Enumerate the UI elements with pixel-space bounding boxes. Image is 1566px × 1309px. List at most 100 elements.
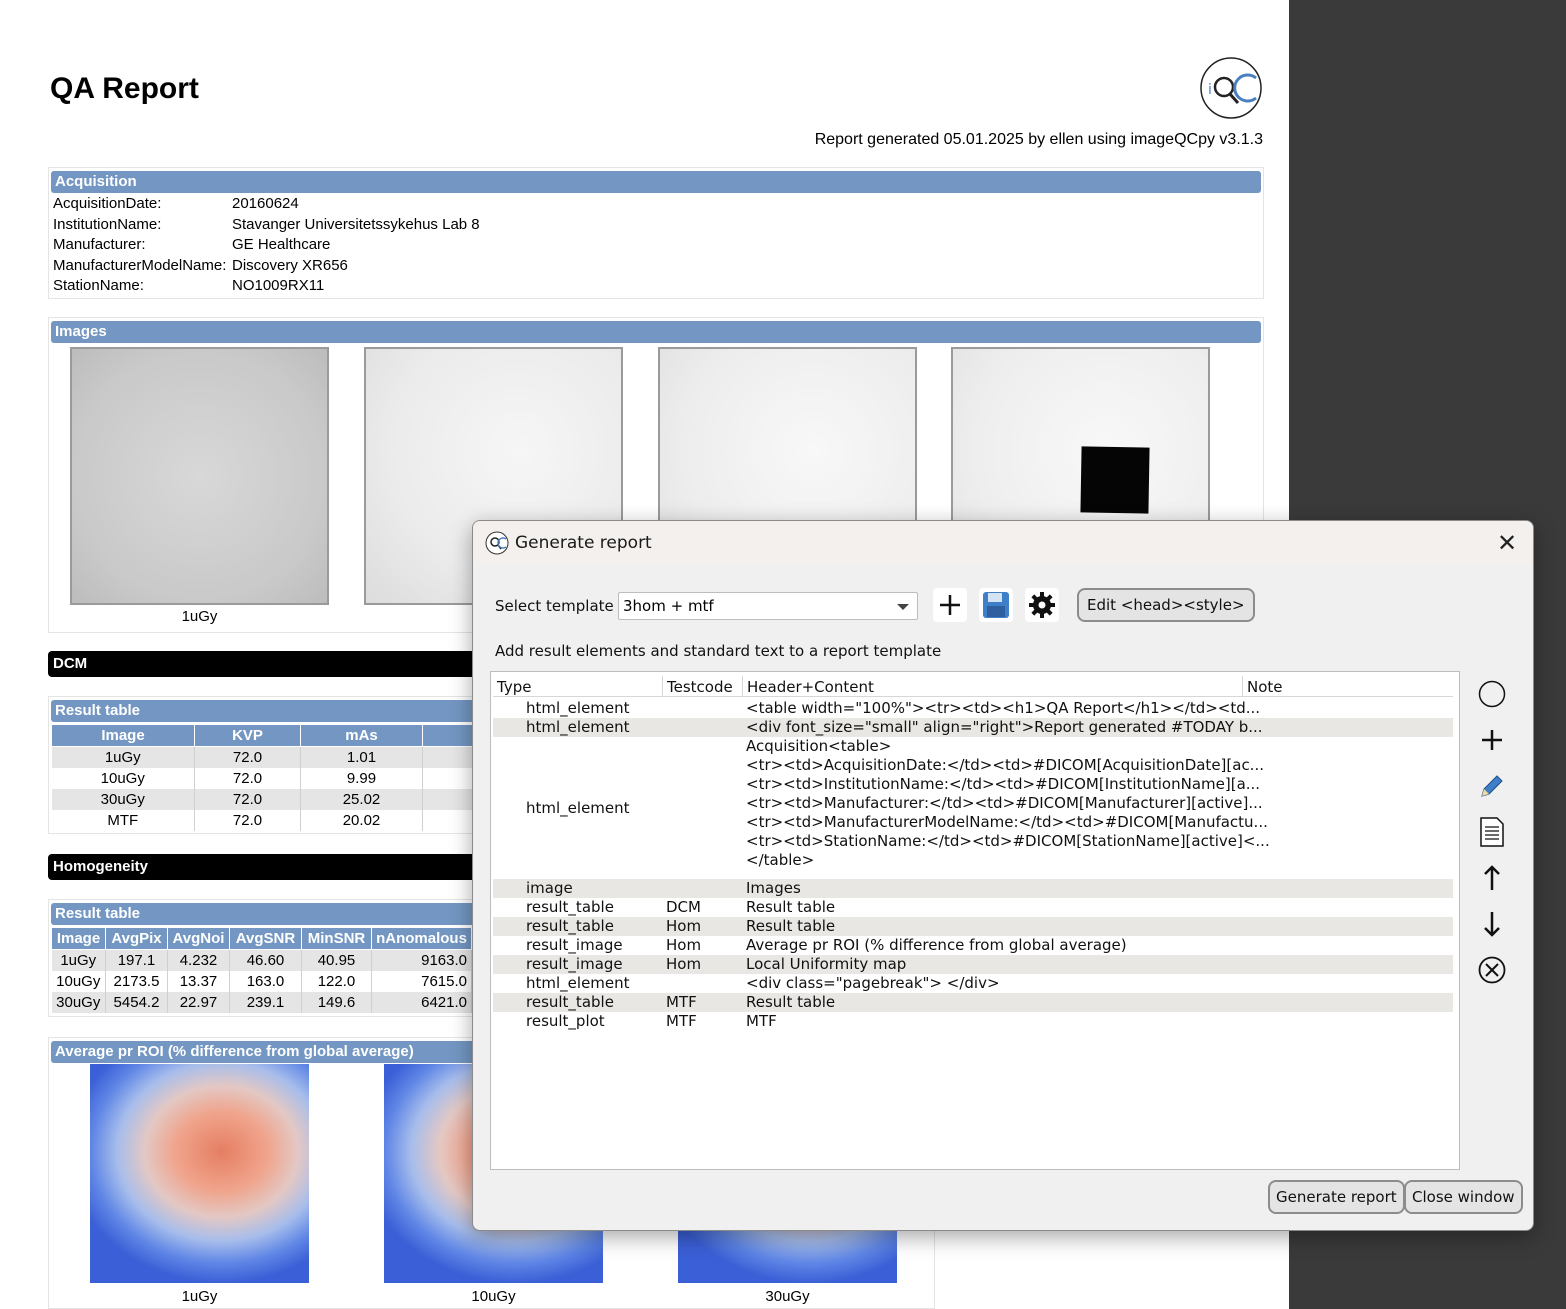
row-testcode: MTF	[666, 1012, 697, 1030]
template-row[interactable]: result_plot MTF MTF	[493, 1012, 1453, 1031]
generate-report-button[interactable]: Generate report	[1268, 1180, 1405, 1214]
row-type: result_image	[526, 955, 623, 973]
acquisition-key: AcquisitionDate:	[53, 195, 162, 212]
acquisition-key: StationName:	[53, 277, 144, 294]
row-type: result_table	[526, 917, 614, 935]
template-select[interactable]: 3hom + mtf	[618, 592, 918, 620]
template-row[interactable]: html_element Acquisition<table> <tr><td>Ac…	[493, 737, 1453, 879]
row-type: html_element	[526, 699, 630, 717]
template-row[interactable]: result_table Hom Result table	[493, 917, 1453, 936]
row-content-line: Result table	[746, 993, 836, 1011]
table-cell: 2173.5	[105, 970, 168, 992]
settings-button[interactable]	[1025, 588, 1059, 622]
row-content-line: Average pr ROI (% difference from global…	[746, 936, 1127, 954]
acquisition-value: 20160624	[232, 195, 299, 212]
dialog-titlebar[interactable]: Generate report ✕	[473, 521, 1533, 565]
edit-head-style-button[interactable]: Edit <head><style>	[1077, 588, 1255, 622]
template-row[interactable]: result_image Hom Average pr ROI (% differe…	[493, 936, 1453, 955]
close-window-button[interactable]: Close window	[1404, 1180, 1523, 1214]
row-content-line: <tr><td>InstitutionName:</td><td>#DICOM[…	[746, 775, 1261, 793]
template-row[interactable]: html_element <div font_size="small" align…	[493, 718, 1453, 737]
hom-section-header: Homogeneity	[48, 854, 488, 880]
template-row[interactable]: result_table MTF Result table	[493, 993, 1453, 1012]
table-cell: MTF	[51, 809, 195, 831]
acquisition-table: AcquisitionDate: 20160624 InstitutionName:…	[49, 194, 1263, 297]
template-row[interactable]: result_image Hom Local Uniformity map	[493, 955, 1453, 974]
acquisition-row: Manufacturer: GE Healthcare	[49, 235, 1263, 256]
template-row[interactable]: html_element <table width="100%"><tr><td>…	[493, 699, 1453, 718]
table-cell: 72.0	[194, 746, 301, 768]
row-content: Average pr ROI (% difference from global…	[746, 936, 1127, 955]
add-element-button[interactable]	[1475, 723, 1509, 757]
column-header: AvgPix	[105, 927, 168, 950]
template-elements-list[interactable]: Type Testcode Header+Content Note html_e…	[490, 671, 1460, 1170]
chevron-down-icon	[897, 604, 909, 610]
template-rows: html_element <table width="100%"><tr><td>…	[493, 699, 1453, 1031]
acquisition-row: AcquisitionDate: 20160624	[49, 194, 1263, 215]
column-header: mAs	[300, 724, 423, 747]
acquisition-value: GE Healthcare	[232, 236, 331, 253]
clear-selection-button[interactable]	[1475, 677, 1509, 711]
report-title: QA Report	[50, 72, 199, 105]
row-type: html_element	[526, 798, 630, 817]
row-content-line: <tr><td>ManufacturerModelName:</td><td>#…	[746, 813, 1268, 831]
table-row: 10uGy 72.0 9.99	[51, 767, 485, 789]
add-template-button[interactable]	[933, 588, 967, 622]
acquisition-key: Manufacturer:	[53, 236, 146, 253]
instructions-text: Add result elements and standard text to…	[495, 642, 942, 660]
imageqc-logo-icon: i	[1200, 57, 1262, 119]
close-icon[interactable]: ✕	[1491, 527, 1523, 559]
table-cell: 30uGy	[51, 788, 195, 810]
row-content-line: Acquisition<table>	[746, 737, 892, 755]
column-header-content[interactable]: Header+Content	[743, 676, 1243, 696]
move-up-button[interactable]	[1475, 861, 1509, 895]
images-header: Images	[51, 321, 1261, 343]
acquisition-header: Acquisition	[51, 171, 1261, 193]
image-caption: 1uGy	[181, 608, 218, 625]
edit-element-button[interactable]	[1475, 769, 1509, 803]
column-header-testcode[interactable]: Testcode	[663, 676, 743, 696]
row-content: <div class="pagebreak"> </div>	[746, 974, 1000, 993]
mtf-edge-block	[1080, 446, 1150, 514]
row-type: result_plot	[526, 1012, 605, 1030]
roi-caption: 1uGy	[181, 1288, 218, 1305]
template-row[interactable]: result_table DCM Result table	[493, 898, 1453, 917]
row-testcode: Hom	[666, 955, 702, 973]
table-row: 1uGy 72.0 1.01	[51, 746, 485, 768]
row-type: result_image	[526, 936, 623, 954]
acquisition-value: Discovery XR656	[232, 256, 348, 274]
table-cell: 10uGy	[51, 970, 106, 992]
duplicate-element-button[interactable]	[1475, 815, 1509, 849]
gear-icon	[1029, 592, 1055, 618]
delete-element-button[interactable]	[1475, 953, 1509, 987]
template-row[interactable]: image Images	[493, 879, 1453, 898]
save-template-button[interactable]	[979, 588, 1013, 622]
row-type: result_table	[526, 898, 614, 916]
column-header: AvgNoi	[167, 927, 230, 950]
table-cell: 5454.2	[105, 991, 168, 1013]
row-content: Result table	[746, 993, 835, 1012]
select-template-label: Select template	[495, 597, 614, 615]
table-row: 10uGy 2173.5 13.37 163.0 122.0 7615.0	[51, 970, 472, 992]
acquisition-value: Stavanger Universitetssykehus Lab 8	[232, 215, 480, 233]
row-content: <table width="100%"><tr><td><h1>QA Repor…	[746, 699, 1260, 718]
column-header-type[interactable]: Type	[493, 676, 663, 696]
row-content-line: </table>	[746, 851, 815, 869]
acquisition-row: InstitutionName: Stavanger Universitetssy…	[49, 215, 1263, 236]
table-cell: 7615.0	[371, 970, 472, 992]
row-content-line: <div font_size="small" align="right">Rep…	[746, 718, 1263, 736]
table-cell: 25.02	[300, 788, 423, 810]
move-down-button[interactable]	[1475, 907, 1509, 941]
roi-caption: 30uGy	[765, 1288, 810, 1305]
image-thumbnail	[70, 347, 329, 605]
template-row[interactable]: html_element <div class="pagebreak"> </di…	[493, 974, 1453, 993]
column-header-note[interactable]: Note	[1243, 676, 1453, 696]
acquisition-section: Acquisition AcquisitionDate: 20160624 Inst…	[48, 167, 1264, 299]
table-row: 30uGy 72.0 25.02	[51, 788, 485, 810]
table-cell: 40.95	[301, 949, 372, 971]
row-content: Local Uniformity map	[746, 955, 906, 974]
table-cell: 1uGy	[51, 746, 195, 768]
row-content: Acquisition<table> <tr><td>AcquisitionDat…	[746, 737, 1270, 870]
row-type: result_table	[526, 993, 614, 1011]
row-content-line: Images	[746, 879, 801, 897]
